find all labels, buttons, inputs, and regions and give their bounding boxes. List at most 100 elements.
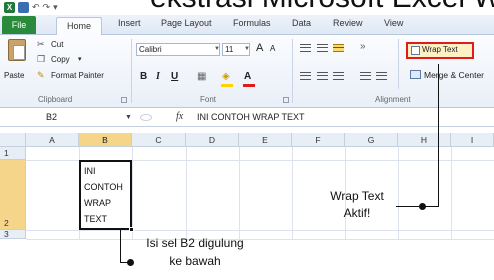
save-icon[interactable] [18,1,29,13]
annotation-line: ke bawah [169,254,221,268]
align-center-icon[interactable] [317,72,328,80]
alignment-group-label: Alignment [375,95,411,104]
column-header-h[interactable]: H [398,133,451,147]
tab-file[interactable]: File [2,16,36,34]
cut-icon[interactable]: ✂ [37,40,47,49]
tab-data[interactable]: Data [292,18,311,28]
column-header-e[interactable]: E [239,133,292,147]
cell-text-line: INI [84,166,96,176]
chevron-down-icon[interactable]: ▼ [244,46,250,52]
fill-color-bar [221,84,233,87]
font-color-bar [243,84,255,87]
shrink-font-button[interactable]: A [270,44,275,53]
clipboard-launcher-icon[interactable] [121,97,127,103]
chevron-down-icon[interactable]: ▼ [214,46,220,52]
cell-b2[interactable]: INI CONTOH WRAP TEXT [79,160,134,232]
merge-center-icon[interactable] [410,70,421,79]
excel-app-icon: X [4,1,15,13]
format-painter-icon[interactable]: ✎ [37,71,47,80]
cut-button[interactable]: Cut [51,40,63,49]
quick-access-toolbar: X ↶ ↷ ▾ [0,0,150,14]
wrap-text-annotation: Wrap Text Aktif! [322,188,392,222]
customize-toolbar-icon[interactable]: ▾ [53,2,58,13]
row-header-2[interactable]: 2 [0,160,26,230]
undo-icon[interactable]: ↶ [32,2,40,13]
grow-font-button[interactable]: A [256,42,263,54]
annotation-dot [127,259,134,266]
increase-indent-icon[interactable] [376,72,387,80]
column-header-f[interactable]: F [292,133,345,147]
italic-button[interactable]: I [156,71,160,82]
select-all-corner[interactable] [0,133,26,147]
annotation-connector [422,206,439,207]
middle-align-icon[interactable] [317,44,328,52]
top-align-icon[interactable] [300,44,311,52]
merge-center-button[interactable]: Merge & Center [424,70,484,80]
font-name-select[interactable]: Calibri [136,43,220,56]
group-separator [398,39,399,89]
cell-annotation: Isi sel B2 digulung ke bawah [132,234,258,270]
column-header-d[interactable]: D [186,133,239,147]
fill-color-icon[interactable]: ◈ [222,71,230,82]
tab-formulas[interactable]: Formulas [233,18,271,28]
tab-review[interactable]: Review [333,18,363,28]
formula-input[interactable]: INI CONTOH WRAP TEXT [197,112,305,122]
grid-line [26,239,494,240]
ribbon-home: Paste ✂ Cut ❐ Copy ▾ ✎ Format Painter Cl… [0,35,494,108]
tab-view[interactable]: View [384,18,403,28]
annotation-line: Aktif! [343,206,371,220]
row-header-3[interactable]: 3 [0,230,26,239]
wrap-text-button[interactable]: Wrap Text [406,42,474,59]
group-separator [292,39,293,103]
group-separator [131,39,132,103]
row-header-1[interactable]: 1 [0,147,26,160]
align-left-icon[interactable] [300,72,311,80]
cell-text-line: WRAP [84,198,111,208]
column-header-c[interactable]: C [132,133,186,147]
tab-insert[interactable]: Insert [118,18,141,28]
cell-text-line: CONTOH [84,182,123,192]
font-launcher-icon[interactable] [283,97,289,103]
chevron-down-icon[interactable]: ▼ [125,110,132,125]
tab-page-layout[interactable]: Page Layout [161,18,212,28]
wrap-text-icon [411,46,420,55]
column-header-g[interactable]: G [345,133,398,147]
paste-button[interactable]: Paste [4,71,24,80]
orientation-icon[interactable]: » [360,41,366,52]
copy-dropdown-icon[interactable]: ▾ [78,55,82,63]
grid-line [26,230,494,231]
copy-icon[interactable]: ❐ [37,55,47,64]
font-color-icon[interactable]: A [244,71,251,82]
annotation-connector [438,64,439,207]
column-header-b[interactable]: B [79,133,132,147]
cell-text-line: TEXT [84,214,108,224]
wrap-text-label: Wrap Text [422,45,458,54]
format-painter-button[interactable]: Format Painter [51,71,104,80]
clipboard-group-label: Clipboard [38,95,73,104]
annotation-connector [396,206,422,207]
paste-icon[interactable] [8,39,26,61]
insert-function-icon[interactable]: fx [176,111,183,122]
decrease-indent-icon[interactable] [360,72,371,80]
align-right-icon[interactable] [333,72,344,80]
page-heading-fragment: ekstrasi Microsoft Excel Wrap Text Mengg… [150,0,494,14]
underline-button[interactable]: U [171,71,178,82]
ribbon-tabs: File Home Insert Page Layout Formulas Da… [0,15,494,36]
copy-button[interactable]: Copy [51,55,70,64]
column-header-i[interactable]: I [451,133,494,147]
name-box-value: B2 [46,112,58,122]
fill-handle[interactable] [129,227,134,232]
formula-cancel-icon [140,114,152,121]
bottom-align-icon[interactable] [333,44,344,52]
annotation-line: Wrap Text [330,189,384,203]
tab-home[interactable]: Home [56,17,102,36]
redo-icon[interactable]: ↷ [43,2,51,13]
bold-button[interactable]: B [140,71,147,82]
formula-bar: B2 ▼ fx INI CONTOH WRAP TEXT [0,108,494,127]
annotation-connector [120,229,121,262]
annotation-line: Isi sel B2 digulung [146,236,244,250]
name-box[interactable]: B2 ▼ [0,110,132,125]
column-header-a[interactable]: A [26,133,79,147]
font-group-label: Font [200,95,217,104]
borders-icon[interactable]: ▦ [197,71,206,82]
